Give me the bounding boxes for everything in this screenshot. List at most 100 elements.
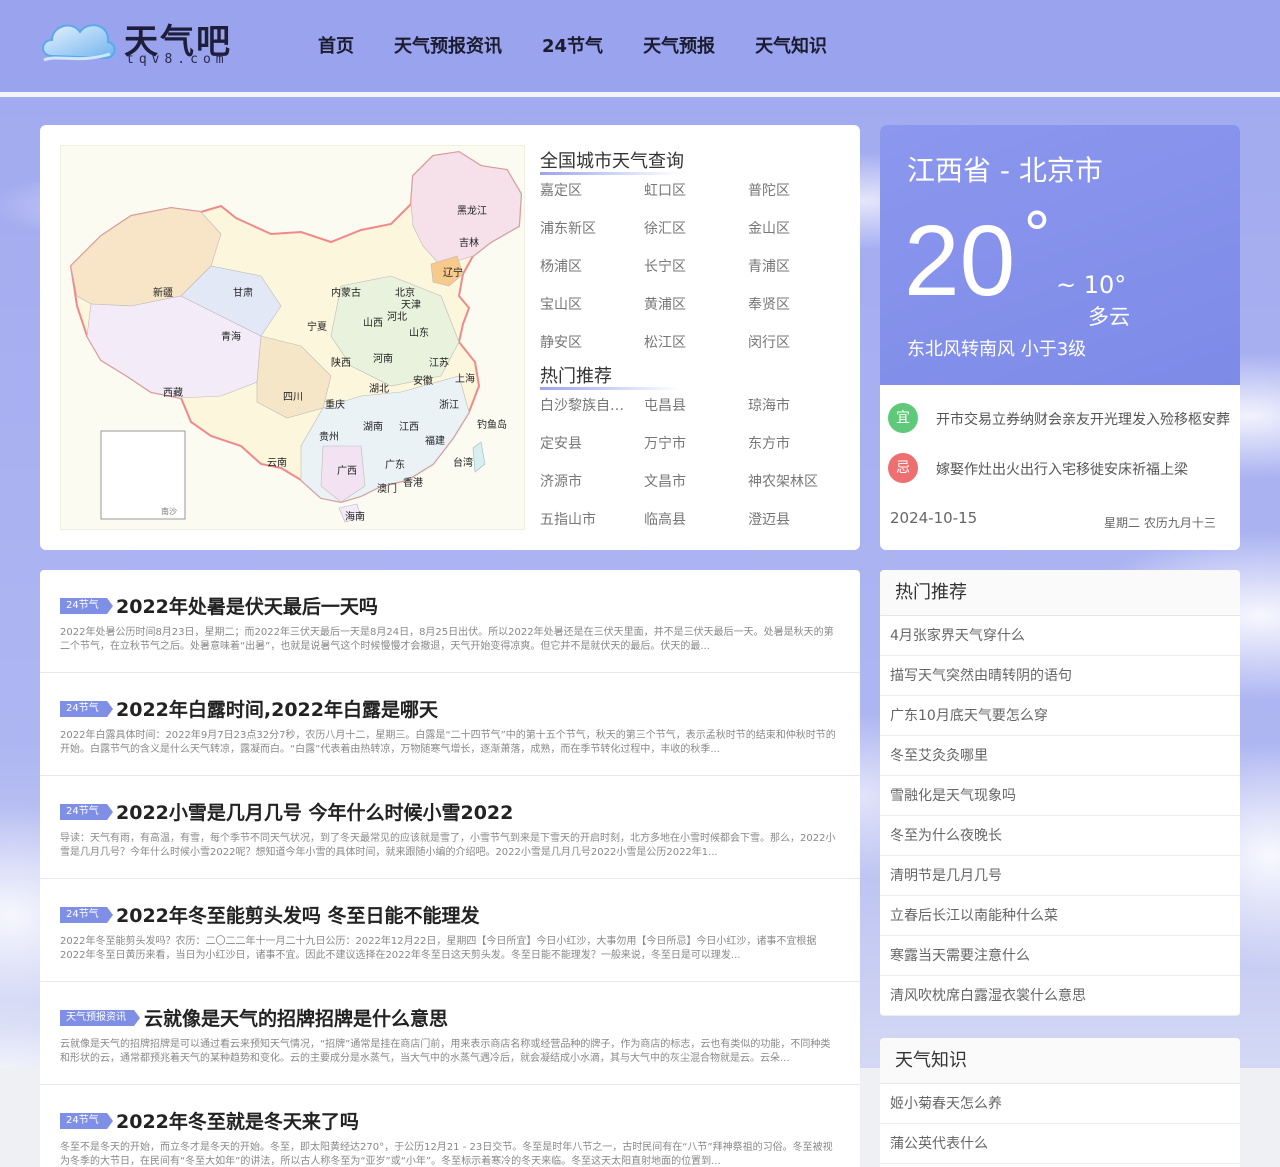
hot-recommend-link[interactable]: 立春后长江以南能种什么菜: [880, 896, 1240, 936]
map-label: 湖南: [363, 420, 383, 433]
yi-badge: 宜: [888, 403, 918, 433]
article-title[interactable]: 2022年冬至就是冬天来了吗: [116, 1107, 359, 1134]
city-link[interactable]: 屯昌县: [644, 396, 748, 434]
hot-recommend-title: 热门推荐: [880, 570, 1240, 616]
article-item[interactable]: 24节气 2022年冬至就是冬天来了吗 冬至不是冬天的开始，而立冬才是冬天的开始…: [40, 1085, 860, 1167]
city-link[interactable]: 澄迈县: [748, 510, 852, 548]
hot-recommend-link[interactable]: 冬至为什么夜晚长: [880, 816, 1240, 856]
city-link[interactable]: 长宁区: [644, 257, 748, 295]
article-tag[interactable]: 24节气: [60, 598, 107, 614]
map-label: 陕西: [331, 356, 351, 369]
map-label: 天津: [401, 299, 421, 311]
city-link[interactable]: 普陀区: [748, 181, 852, 219]
map-label: 安徽: [413, 374, 433, 387]
article-item[interactable]: 24节气 2022年冬至能剪头发吗 冬至日能不能理发 2022年冬至能剪头发吗？…: [40, 879, 860, 982]
city-link[interactable]: 济源市: [540, 472, 644, 510]
city-link[interactable]: 奉贤区: [748, 295, 852, 333]
city-link[interactable]: 宝山区: [540, 295, 644, 333]
city-link[interactable]: 黄浦区: [644, 295, 748, 333]
city-link[interactable]: 白沙黎族自治县: [540, 396, 644, 434]
almanac-yi: 宜 开市交易立券纳财会亲友开光理发入殓移柩安葬: [888, 403, 1233, 437]
article-title[interactable]: 云就像是天气的招牌招牌是什么意思: [144, 1004, 448, 1031]
map-label: 江西: [399, 421, 419, 433]
city-map-card: 黑龙江 吉林 辽宁 新疆 甘肃 内蒙古 北京 天津 河北 宁夏 山西 山东 青海…: [40, 125, 860, 550]
city-link[interactable]: 杨浦区: [540, 257, 644, 295]
map-label: 上海: [455, 372, 475, 385]
map-label: 湖北: [369, 383, 389, 395]
article-tag[interactable]: 24节气: [60, 701, 107, 717]
city-link[interactable]: 嘉定区: [540, 181, 644, 219]
main-nav: 首页 天气预报资讯 24节气 天气预报 天气知识: [318, 32, 867, 58]
city-link[interactable]: 闵行区: [748, 333, 852, 371]
city-link[interactable]: 文昌市: [644, 472, 748, 510]
article-title[interactable]: 2022年冬至能剪头发吗 冬至日能不能理发: [116, 901, 480, 928]
weather-condition: 多云: [1088, 301, 1130, 331]
hot-cities-title: 热门推荐: [540, 362, 612, 388]
cloud-logo-icon: [38, 14, 118, 66]
article-title[interactable]: 2022小雪是几月几号 今年什么时候小雪2022: [116, 798, 513, 825]
map-label: 广西: [337, 465, 357, 477]
hot-recommend-link[interactable]: 清风吹枕席白露湿衣裳什么意思: [880, 976, 1240, 1016]
city-link[interactable]: 琼海市: [748, 396, 852, 434]
site-logo[interactable]: 天气吧 tqv8.com: [38, 12, 238, 72]
article-summary: 2022年处暑公历时间8月23日，星期二；而2022年三伏天最后一天是8月24日…: [60, 626, 840, 654]
weather-knowledge-panel: 天气知识 姬小菊春天怎么养 蒲公英代表什么: [880, 1038, 1240, 1167]
hot-recommend-link[interactable]: 描写天气突然由晴转阴的语句: [880, 656, 1240, 696]
china-map[interactable]: 黑龙江 吉林 辽宁 新疆 甘肃 内蒙古 北京 天津 河北 宁夏 山西 山东 青海…: [60, 145, 525, 530]
hot-recommend-link[interactable]: 冬至艾灸灸哪里: [880, 736, 1240, 776]
map-label: 黑龙江: [457, 204, 487, 217]
knowledge-link[interactable]: 蒲公英代表什么: [880, 1124, 1240, 1164]
article-tag[interactable]: 天气预报资讯: [60, 1010, 134, 1026]
current-date: 2024-10-15: [890, 509, 977, 527]
nav-weather-news[interactable]: 天气预报资讯: [394, 32, 502, 58]
city-link[interactable]: 青浦区: [748, 257, 852, 295]
hot-recommend-link[interactable]: 4月张家界天气穿什么: [880, 616, 1240, 656]
article-title[interactable]: 2022年白露时间,2022年白露是哪天: [116, 695, 438, 722]
city-link[interactable]: 临高县: [644, 510, 748, 548]
article-tag[interactable]: 24节气: [60, 907, 107, 923]
hot-recommend-link[interactable]: 清明节是几月几号: [880, 856, 1240, 896]
article-item[interactable]: 24节气 2022年白露时间,2022年白露是哪天 2022年白露具体时间：20…: [40, 673, 860, 776]
map-label: 云南: [267, 456, 287, 469]
article-list: 24节气 2022年处暑是伏天最后一天吗 2022年处暑公历时间8月23日，星期…: [40, 570, 860, 1167]
map-label: 浙江: [439, 399, 459, 411]
city-link[interactable]: 东方市: [748, 434, 852, 472]
logo-domain: tqv8.com: [126, 52, 229, 67]
lunar-date: 星期二 农历九月十三: [1104, 514, 1216, 531]
site-header: 天气吧 tqv8.com 首页 天气预报资讯 24节气 天气预报 天气知识: [0, 0, 1280, 92]
city-link[interactable]: 虹口区: [644, 181, 748, 219]
city-link[interactable]: 神农架林区: [748, 472, 852, 510]
article-title[interactable]: 2022年处暑是伏天最后一天吗: [116, 592, 378, 619]
weather-wind: 东北风转南风 小于3级: [907, 335, 1086, 361]
city-link[interactable]: 浦东新区: [540, 219, 644, 257]
map-label: 澳门: [377, 482, 397, 495]
map-label: 香港: [403, 477, 423, 489]
article-tag[interactable]: 24节气: [60, 1113, 107, 1129]
city-link[interactable]: 万宁市: [644, 434, 748, 472]
almanac-ji: 忌 嫁娶作灶出火出行入宅移徙安床祈福上梁: [888, 453, 1233, 487]
map-label: 西藏: [163, 387, 183, 399]
hot-recommend-link[interactable]: 寒露当天需要注意什么: [880, 936, 1240, 976]
nav-home[interactable]: 首页: [318, 32, 354, 58]
map-label: 贵州: [319, 430, 339, 443]
map-label: 山东: [409, 326, 429, 339]
article-summary: 云就像是天气的招牌招牌是可以通过看云来预知天气情况，“招牌”通常是挂在商店门前，…: [60, 1038, 840, 1066]
nav-forecast[interactable]: 天气预报: [643, 32, 715, 58]
article-item[interactable]: 24节气 2022小雪是几月几号 今年什么时候小雪2022 导读：天气有雨，有高…: [40, 776, 860, 879]
current-weather-card: 江西省 - 北京市 20 ° ~ 10° 多云 东北风转南风 小于3级 宜 开市…: [880, 125, 1240, 550]
knowledge-link[interactable]: 姬小菊春天怎么养: [880, 1084, 1240, 1124]
city-link[interactable]: 五指山市: [540, 510, 644, 548]
nav-knowledge[interactable]: 天气知识: [755, 32, 827, 58]
article-tag[interactable]: 24节气: [60, 804, 107, 820]
map-label: 新疆: [153, 286, 173, 299]
hot-recommend-link[interactable]: 雪融化是天气现象吗: [880, 776, 1240, 816]
city-link[interactable]: 徐汇区: [644, 219, 748, 257]
city-link[interactable]: 定安县: [540, 434, 644, 472]
nav-solar-terms[interactable]: 24节气: [542, 32, 603, 58]
city-link[interactable]: 松江区: [644, 333, 748, 371]
city-link[interactable]: 金山区: [748, 219, 852, 257]
article-item[interactable]: 天气预报资讯 云就像是天气的招牌招牌是什么意思 云就像是天气的招牌招牌是可以通过…: [40, 982, 860, 1085]
china-map-svg: 黑龙江 吉林 辽宁 新疆 甘肃 内蒙古 北京 天津 河北 宁夏 山西 山东 青海…: [61, 146, 526, 531]
hot-recommend-link[interactable]: 广东10月底天气要怎么穿: [880, 696, 1240, 736]
article-item[interactable]: 24节气 2022年处暑是伏天最后一天吗 2022年处暑公历时间8月23日，星期…: [40, 570, 860, 673]
